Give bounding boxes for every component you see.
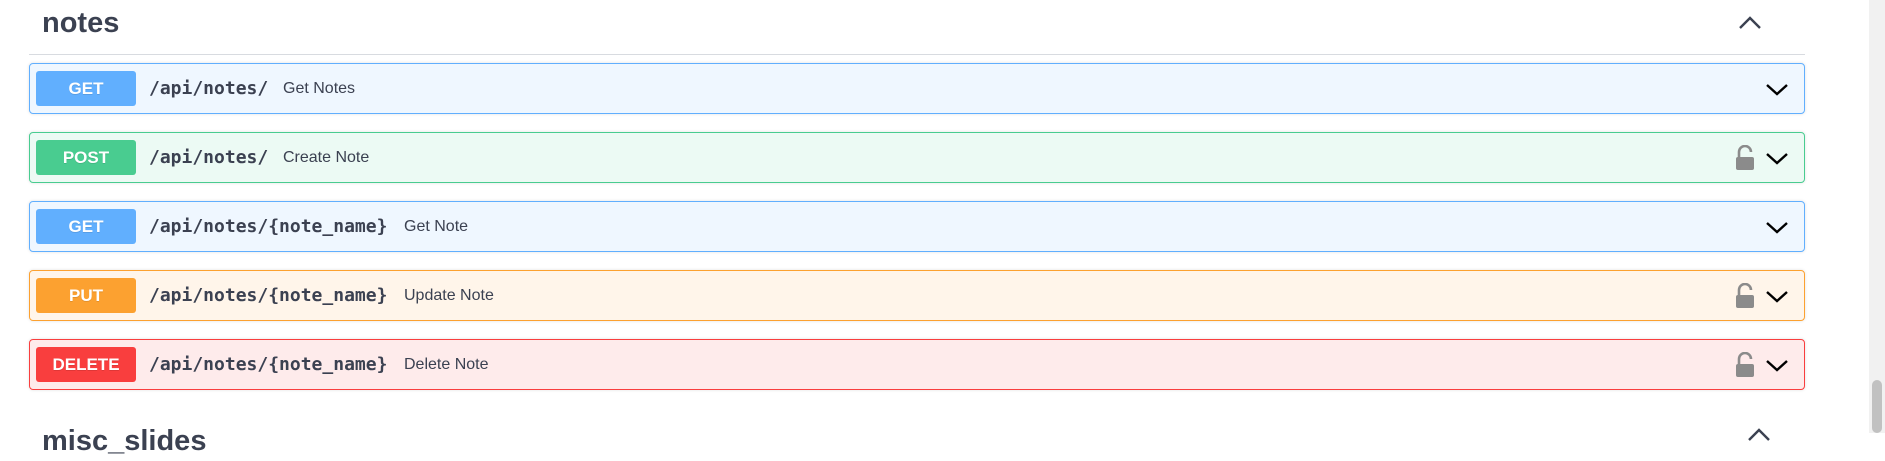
method-badge: GET <box>36 71 136 106</box>
opblock-get-notes[interactable]: GET /api/notes/ Get Notes <box>29 63 1805 114</box>
endpoint-path: /api/notes/ <box>149 78 269 99</box>
opblock-get-note[interactable]: GET /api/notes/{note_name} Get Note <box>29 201 1805 252</box>
opblock-put-note[interactable]: PUT /api/notes/{note_name} Update Note <box>29 270 1805 321</box>
unlocked-padlock-icon[interactable] <box>1734 282 1756 309</box>
chevron-up-icon[interactable] <box>1744 424 1774 444</box>
chevron-down-icon[interactable] <box>1764 215 1790 239</box>
next-section-title[interactable]: misc_slides <box>42 421 206 461</box>
scrollbar-thumb[interactable] <box>1872 380 1882 433</box>
method-badge: POST <box>36 140 136 175</box>
scrollbar[interactable] <box>1869 0 1885 433</box>
endpoint-path: /api/notes/{note_name} <box>149 354 388 375</box>
section-title: notes <box>42 7 120 39</box>
endpoint-summary: Get Notes <box>283 80 356 97</box>
method-badge: GET <box>36 209 136 244</box>
endpoint-path: /api/notes/{note_name} <box>149 216 388 237</box>
section-header-notes[interactable]: notes <box>29 0 1805 55</box>
endpoint-path: /api/notes/ <box>149 147 269 168</box>
chevron-down-icon[interactable] <box>1764 146 1790 170</box>
method-badge: DELETE <box>36 347 136 382</box>
chevron-up-icon[interactable] <box>1735 10 1765 36</box>
endpoint-summary: Update Note <box>404 287 494 304</box>
unlocked-padlock-icon[interactable] <box>1734 144 1756 171</box>
chevron-down-icon[interactable] <box>1764 77 1790 101</box>
opblock-post-notes[interactable]: POST /api/notes/ Create Note <box>29 132 1805 183</box>
chevron-down-icon[interactable] <box>1764 284 1790 308</box>
endpoint-summary: Get Note <box>404 218 469 235</box>
chevron-down-icon[interactable] <box>1764 353 1790 377</box>
opblock-delete-note[interactable]: DELETE /api/notes/{note_name} Delete Not… <box>29 339 1805 390</box>
unlocked-padlock-icon[interactable] <box>1734 351 1756 378</box>
endpoint-summary: Delete Note <box>404 356 489 373</box>
method-badge: PUT <box>36 278 136 313</box>
endpoint-summary: Create Note <box>283 149 370 166</box>
endpoint-path: /api/notes/{note_name} <box>149 285 388 306</box>
